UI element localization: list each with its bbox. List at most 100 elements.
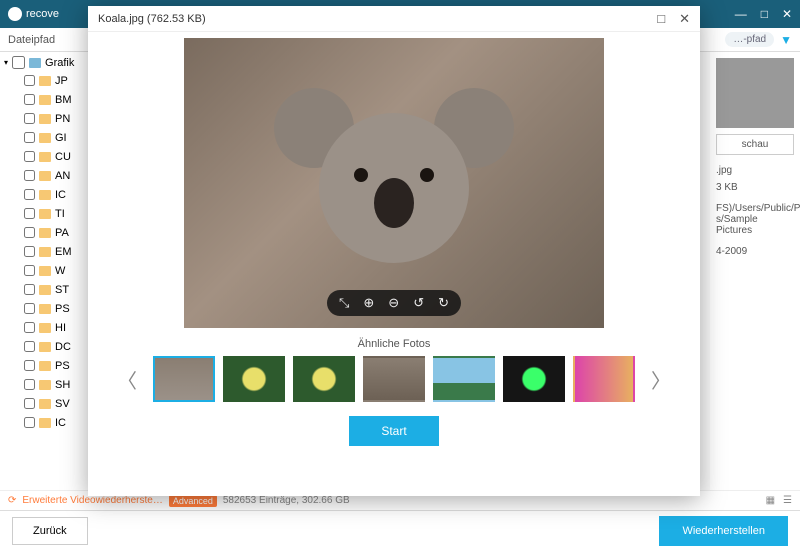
rotate-left-icon[interactable]: ↺ — [413, 295, 424, 311]
tree-item-label: W — [55, 265, 65, 277]
image-toolbar: ⤡ ⊕ ⊖ ↺ ↻ — [327, 290, 461, 316]
tree-item[interactable]: CU — [0, 147, 100, 166]
tree-item-checkbox[interactable] — [24, 208, 35, 219]
tree-item-checkbox[interactable] — [24, 132, 35, 143]
folder-icon — [39, 266, 51, 276]
back-button[interactable]: Zurück — [12, 517, 88, 545]
folder-icon — [39, 285, 51, 295]
filter-input[interactable]: …-pfad — [725, 32, 774, 47]
tree-item-label: SH — [55, 379, 70, 391]
tree-item-checkbox[interactable] — [24, 113, 35, 124]
preview-modal: Koala.jpg (762.53 KB) □ ✕ ⤡ ⊕ ⊖ ↺ ↻ Ähnl… — [88, 6, 700, 496]
brand: recove — [8, 7, 59, 21]
filter-funnel-icon[interactable]: ▼ — [780, 33, 792, 47]
detail-path-1: FS)/Users/Public/Pi — [716, 203, 794, 214]
thumbnail-5[interactable] — [433, 356, 495, 402]
bottom-bar: Zurück Wiederherstellen — [0, 510, 800, 550]
tree-item[interactable]: IC — [0, 413, 100, 432]
thumbnail-7[interactable] — [573, 356, 635, 402]
tree-item[interactable]: ST — [0, 280, 100, 299]
tree-item-checkbox[interactable] — [24, 151, 35, 162]
advanced-badge: Advanced — [169, 495, 217, 507]
rotate-right-icon[interactable]: ↻ — [438, 295, 449, 311]
tree-item-checkbox[interactable] — [24, 417, 35, 428]
folder-icon — [39, 76, 51, 86]
modal-title-text: Koala.jpg (762.53 KB) — [98, 13, 206, 25]
preview-button[interactable]: schau — [716, 134, 794, 155]
tree-item-checkbox[interactable] — [24, 170, 35, 181]
file-tree: ▾ Grafik JPBMPNGICUANICTIPAEMWSTPSHIDCPS… — [0, 52, 100, 490]
fit-screen-icon[interactable]: ⤡ — [339, 295, 349, 311]
tree-item-checkbox[interactable] — [24, 75, 35, 86]
tree-item-label: IC — [55, 417, 66, 429]
modal-close-icon[interactable]: ✕ — [679, 11, 690, 27]
thumbs-prev-icon[interactable]: 〈 — [111, 365, 143, 394]
start-button[interactable]: Start — [349, 416, 438, 446]
recover-button[interactable]: Wiederherstellen — [659, 516, 788, 546]
folder-icon — [39, 190, 51, 200]
refresh-icon[interactable]: ⟳ — [8, 495, 16, 506]
detail-size: 3 KB — [716, 182, 794, 193]
tree-item[interactable]: PS — [0, 356, 100, 375]
zoom-in-icon[interactable]: ⊕ — [363, 295, 374, 311]
tree-item[interactable]: PN — [0, 109, 100, 128]
tree-root-checkbox[interactable] — [12, 56, 25, 69]
thumbnail-1[interactable] — [153, 356, 215, 402]
folder-icon — [39, 133, 51, 143]
tree-item-checkbox[interactable] — [24, 341, 35, 352]
brand-logo-icon — [8, 7, 22, 21]
folder-icon — [39, 418, 51, 428]
tree-item[interactable]: BM — [0, 90, 100, 109]
tree-item[interactable]: TI — [0, 204, 100, 223]
tree-item[interactable]: W — [0, 261, 100, 280]
tree-item[interactable]: SH — [0, 375, 100, 394]
tree-item[interactable]: PS — [0, 299, 100, 318]
tree-item-label: PA — [55, 227, 69, 239]
details-pane: schau .jpg 3 KB FS)/Users/Public/Pi s/Sa… — [710, 52, 800, 490]
tree-item-checkbox[interactable] — [24, 322, 35, 333]
tree-item[interactable]: PA — [0, 223, 100, 242]
window-close-icon[interactable]: ✕ — [782, 7, 792, 21]
tree-item-checkbox[interactable] — [24, 94, 35, 105]
tree-item[interactable]: IC — [0, 185, 100, 204]
tree-item-checkbox[interactable] — [24, 284, 35, 295]
folder-icon — [39, 114, 51, 124]
tree-item[interactable]: GI — [0, 128, 100, 147]
folder-icon — [39, 399, 51, 409]
tree-item-checkbox[interactable] — [24, 398, 35, 409]
chevron-down-icon[interactable]: ▾ — [4, 58, 8, 67]
tree-root-label: Grafik — [45, 57, 74, 69]
picture-icon — [29, 58, 41, 68]
view-list-icon[interactable]: ☰ — [783, 495, 792, 506]
modal-maximize-icon[interactable]: □ — [657, 11, 665, 27]
thumbnail-2[interactable] — [223, 356, 285, 402]
view-grid-icon[interactable]: ▦ — [766, 495, 775, 506]
tree-item[interactable]: JP — [0, 71, 100, 90]
thumbnail-6[interactable] — [503, 356, 565, 402]
tree-item-checkbox[interactable] — [24, 360, 35, 371]
advanced-video-recovery-link[interactable]: Erweiterte Videowiederherste… — [22, 495, 162, 506]
tree-item-checkbox[interactable] — [24, 189, 35, 200]
tree-item[interactable]: SV — [0, 394, 100, 413]
tree-item-checkbox[interactable] — [24, 379, 35, 390]
tree-item-checkbox[interactable] — [24, 265, 35, 276]
tree-item[interactable]: DC — [0, 337, 100, 356]
tree-item-label: PS — [55, 303, 70, 315]
thumbs-next-icon[interactable]: 〉 — [645, 365, 677, 394]
tree-item[interactable]: EM — [0, 242, 100, 261]
tree-item-checkbox[interactable] — [24, 303, 35, 314]
folder-icon — [39, 247, 51, 257]
tree-item[interactable]: HI — [0, 318, 100, 337]
folder-icon — [39, 209, 51, 219]
similar-thumbnails — [153, 356, 635, 402]
thumbnail-3[interactable] — [293, 356, 355, 402]
window-maximize-icon[interactable]: □ — [761, 7, 768, 21]
tree-item[interactable]: AN — [0, 166, 100, 185]
tree-root-graphics[interactable]: ▾ Grafik — [0, 54, 100, 71]
tree-item-checkbox[interactable] — [24, 227, 35, 238]
status-entries: 582653 Einträge, 302.66 GB — [223, 495, 350, 506]
thumbnail-4[interactable] — [363, 356, 425, 402]
zoom-out-icon[interactable]: ⊖ — [388, 295, 399, 311]
window-minimize-icon[interactable]: — — [735, 7, 747, 21]
tree-item-checkbox[interactable] — [24, 246, 35, 257]
